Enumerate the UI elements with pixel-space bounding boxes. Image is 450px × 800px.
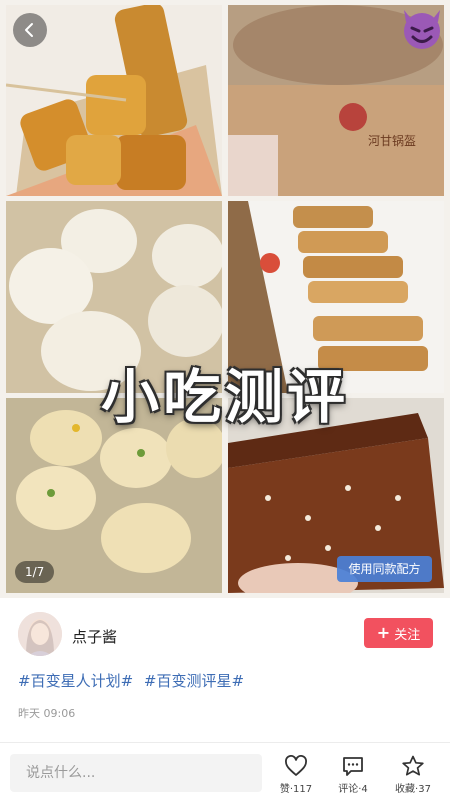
use-same-recipe-button[interactable]: 使用同款配方: [337, 556, 432, 582]
post-overlay-title: 小吃测评: [100, 363, 349, 431]
back-arrow-icon: [25, 23, 33, 37]
hashtag-link[interactable]: #百变星人计划#: [18, 672, 133, 690]
favorite-button[interactable]: 收藏·37: [390, 755, 436, 795]
author-row: 点子酱 + 关注: [0, 598, 450, 668]
star-icon: [402, 755, 424, 776]
like-count: 赞·117: [279, 784, 313, 795]
back-button[interactable]: [13, 13, 47, 47]
devil-emoji-icon: [404, 10, 440, 49]
bottom-action-bar: 说点什么... 赞·117 评论·4 收藏·37: [0, 743, 450, 800]
like-button[interactable]: 赞·117: [273, 755, 319, 795]
plus-icon: +: [376, 623, 391, 642]
post-timestamp: 昨天 09:06: [18, 707, 76, 720]
heart-icon: [285, 755, 307, 776]
follow-label: 关注: [394, 627, 421, 643]
hashtag-link[interactable]: #百变测评星#: [144, 672, 244, 690]
comment-count: 评论·4: [338, 784, 368, 795]
follow-button[interactable]: + 关注: [364, 618, 433, 648]
author-name[interactable]: 点子酱: [72, 626, 117, 647]
post-image-carousel[interactable]: 河甘锅盔 小吃测评 1/7 使用同款配方: [0, 0, 450, 598]
page-indicator: 1/7: [15, 561, 55, 583]
avatar[interactable]: [18, 612, 62, 656]
svg-text:河甘锅盔: 河甘锅盔: [368, 133, 416, 148]
hashtag-list: #百变星人计划# #百变测评星#: [18, 670, 250, 691]
favorite-count: 收藏·37: [395, 784, 431, 795]
comment-input[interactable]: 说点什么...: [10, 754, 262, 792]
comment-button[interactable]: 评论·4: [330, 755, 376, 795]
comment-icon: [343, 757, 363, 776]
